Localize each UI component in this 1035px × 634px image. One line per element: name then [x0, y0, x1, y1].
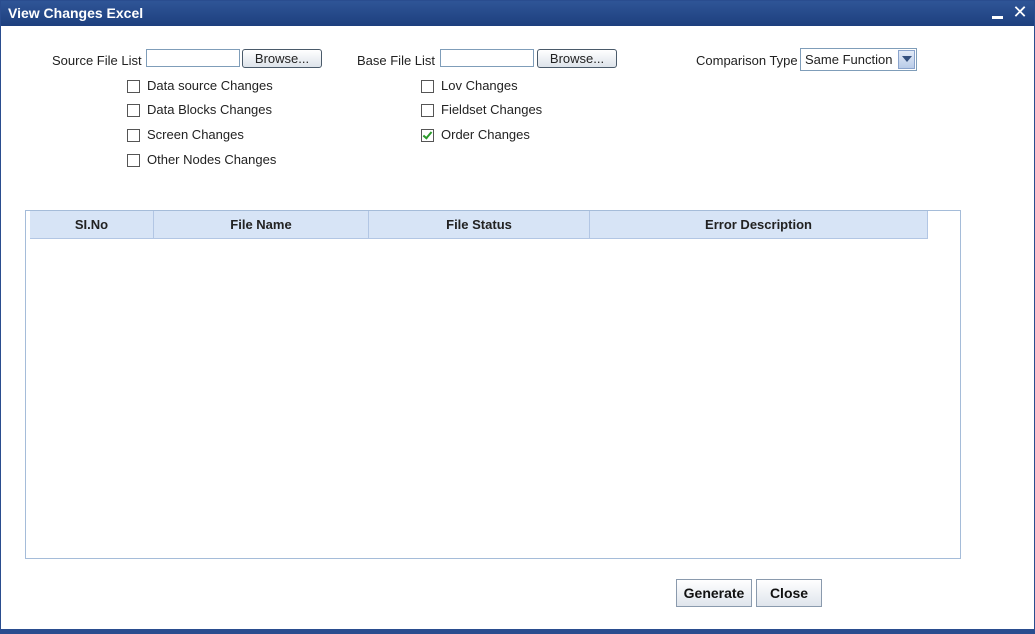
title-bar: View Changes Excel ✕ — [1, 1, 1034, 26]
other-nodes-changes-checkbox[interactable] — [127, 154, 140, 167]
source-file-list-input[interactable] — [146, 49, 240, 67]
checkbox-label: Other Nodes Changes — [147, 152, 277, 167]
comparison-type-select[interactable]: Same Function — [800, 48, 917, 71]
data-blocks-changes-checkbox[interactable] — [127, 104, 140, 117]
base-file-list-input[interactable] — [440, 49, 534, 67]
chevron-down-icon[interactable] — [898, 50, 915, 69]
results-table: SI.No File Name File Status Error Descri… — [25, 210, 961, 559]
source-browse-button[interactable]: Browse... — [242, 49, 322, 68]
window-title: View Changes Excel — [8, 5, 144, 21]
base-browse-button[interactable]: Browse... — [537, 49, 617, 68]
data-source-changes-checkbox[interactable] — [127, 80, 140, 93]
generate-button[interactable]: Generate — [676, 579, 752, 607]
checkbox-label: Data source Changes — [147, 78, 273, 93]
checkbox-label: Data Blocks Changes — [147, 102, 273, 117]
comparison-type-value: Same Function — [805, 52, 893, 67]
column-header-error-description[interactable]: Error Description — [590, 211, 928, 238]
column-header-file-status[interactable]: File Status — [369, 211, 590, 238]
window-bottom-border — [1, 629, 1034, 633]
close-button[interactable]: Close — [756, 579, 822, 607]
base-file-list-label: Base File List — [357, 53, 436, 68]
table-header: SI.No File Name File Status Error Descri… — [30, 211, 928, 239]
checkbox-label: Screen Changes — [147, 127, 244, 142]
order-changes-checkbox[interactable] — [421, 129, 434, 142]
close-icon[interactable]: ✕ — [1011, 4, 1029, 22]
fieldset-changes-checkbox[interactable] — [421, 104, 434, 117]
checkbox-label: Fieldset Changes — [441, 102, 543, 117]
column-header-sl-no[interactable]: SI.No — [30, 211, 154, 238]
column-header-file-name[interactable]: File Name — [154, 211, 369, 238]
source-file-list-label: Source File List — [52, 53, 142, 68]
lov-changes-checkbox[interactable] — [421, 80, 434, 93]
checkbox-label: Lov Changes — [441, 78, 518, 93]
minimize-icon[interactable] — [989, 4, 1007, 22]
screen-changes-checkbox[interactable] — [127, 129, 140, 142]
comparison-type-label: Comparison Type — [696, 53, 798, 68]
view-changes-excel-window: View Changes Excel ✕ Source File List Br… — [0, 0, 1035, 634]
checkbox-label: Order Changes — [441, 127, 530, 142]
